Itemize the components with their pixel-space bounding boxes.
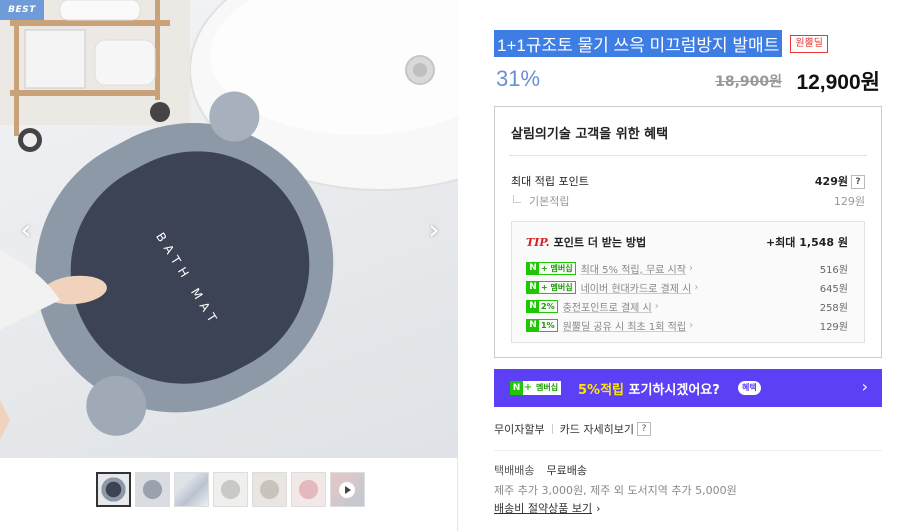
title-row: 1+1규조토 물기 쓰윽 미끄럼방지 발매트 원뿔딜: [494, 30, 828, 57]
banner-message: 포기하시겠어요?: [624, 383, 720, 398]
best-badge: BEST: [0, 0, 44, 20]
tip-box: TIP. 포인트 더 받는 방법 +최대 1,548 원 N + 멤버십 최대 5%…: [511, 221, 865, 343]
tip-item[interactable]: N 1% 원뿔딜 공유 시 최초 1회 적립 › 129원: [526, 317, 848, 333]
tip-item-value: 129원: [819, 321, 848, 333]
tip-heading: TIP. 포인트 더 받는 방법: [526, 234, 646, 250]
basic-points-value: 129원: [833, 195, 865, 208]
shipping-row: 택배배송 무료배송: [494, 462, 587, 478]
divider: [551, 424, 553, 434]
discount-rate: 31%: [496, 66, 541, 91]
shipping-extra-fee: 제주 추가 3,000원, 제주 외 도서지역 추가 5,000원: [494, 484, 737, 497]
naver-percent-badge: N 2%: [526, 299, 558, 313]
benefit-title: 살림의기술 고객을 위한 혜택: [511, 127, 669, 142]
chevron-right-icon: ›: [694, 281, 699, 293]
price-row: 31% 18,900원 12,900원: [494, 66, 882, 94]
naver-n-icon: N: [527, 281, 539, 293]
basic-points-label: 기본적립: [529, 195, 570, 208]
main-product-image[interactable]: BEST BATH MAT ‹ ›: [0, 0, 458, 458]
product-title: 1+1규조토 물기 쓰윽 미끄럼방지 발매트: [494, 30, 783, 57]
basic-points-row: 기본적립 129원: [511, 193, 865, 209]
benefit-divider: [509, 155, 867, 156]
thumbnail-video[interactable]: [330, 472, 365, 507]
tip-item-text: 원뿔딜 공유 시 최초 1회 적립: [562, 321, 687, 333]
tip-max-points: +최대 1,548 원: [765, 236, 848, 249]
tip-item-text: 최대 5% 적립, 무료 시작: [580, 264, 686, 276]
thumbnail-strip: [96, 472, 365, 507]
chevron-right-icon: ›: [596, 502, 601, 515]
tip-item-value: 258원: [819, 302, 848, 314]
thumbnail-3[interactable]: [174, 472, 209, 507]
prev-image-button[interactable]: ‹: [16, 215, 36, 245]
sale-price: 12,900원: [796, 71, 880, 94]
next-image-button[interactable]: ›: [424, 215, 444, 245]
naver-percent-badge: N 1%: [526, 318, 558, 332]
chevron-right-icon: ›: [689, 319, 694, 331]
chevron-right-icon: ›: [654, 300, 659, 312]
banner-text: 5%적립 포기하시겠어요?: [578, 379, 720, 398]
installment-label: 무이자할부: [494, 423, 545, 436]
naver-membership-badge: N + 멤버십: [526, 280, 576, 294]
shipping-value: 무료배송: [546, 464, 587, 477]
tip-item-text: 충전포인트로 결제 시: [562, 302, 652, 314]
original-price: 18,900원: [715, 74, 782, 90]
naver-membership-badge: N + 멤버십: [510, 381, 562, 395]
tip-label: TIP.: [526, 236, 550, 249]
naver-n-icon: N: [527, 300, 539, 312]
bath-mat-photo: [0, 0, 458, 440]
benefit-pill: 혜택: [738, 381, 761, 395]
chevron-right-icon: ›: [861, 377, 868, 396]
naver-n-icon: N: [527, 319, 539, 331]
thumbnail-6[interactable]: [291, 472, 326, 507]
origin-deal-badge: 원뿔딜: [790, 34, 828, 53]
tip-item[interactable]: N + 멤버십 최대 5% 적립, 무료 시작 › 516원: [526, 260, 848, 276]
shipping-saving-link[interactable]: 배송비 절약상품 보기 ›: [494, 500, 600, 516]
naver-n-icon: N: [510, 381, 523, 395]
max-points-value: 429원: [814, 175, 848, 188]
card-detail-link[interactable]: 카드 자세히보기: [560, 421, 634, 437]
naver-membership-badge: N + 멤버십: [526, 261, 576, 275]
naver-membership-banner[interactable]: N + 멤버십 5%적립 포기하시겠어요? 혜택 ›: [494, 369, 882, 407]
max-points-value-wrap: 429원?: [815, 173, 865, 189]
tip-item-value: 516원: [819, 264, 848, 276]
tip-item-value: 645원: [819, 283, 848, 295]
max-points-label: 최대 적립 포인트: [511, 175, 589, 188]
tip-item[interactable]: N + 멤버십 네이버 현대카드로 결제 시 › 645원: [526, 279, 848, 295]
product-info: 1+1규조토 물기 쓰윽 미끄럼방지 발매트 원뿔딜 31% 18,900원 1…: [494, 0, 884, 531]
installment-row: 무이자할부 카드 자세히보기 ?: [494, 421, 651, 437]
shipping-divider: [494, 450, 882, 451]
shipping-label: 택배배송: [494, 464, 535, 477]
help-icon[interactable]: ?: [636, 422, 651, 436]
max-points-row: 최대 적립 포인트 429원?: [511, 173, 865, 189]
thumbnail-5[interactable]: [252, 472, 287, 507]
membership-label: 멤버십: [536, 383, 559, 392]
chevron-right-icon: ›: [688, 262, 693, 274]
banner-highlight: 5%적립: [578, 383, 624, 398]
play-icon: [339, 482, 355, 498]
thumbnail-1[interactable]: [96, 472, 131, 507]
naver-n-icon: N: [527, 262, 539, 274]
tip-item[interactable]: N 2% 충전포인트로 결제 시 › 258원: [526, 298, 848, 314]
tip-heading-text: 포인트 더 받는 방법: [553, 236, 647, 249]
product-gallery: BEST BATH MAT ‹ ›: [0, 0, 458, 531]
thumbnail-4[interactable]: [213, 472, 248, 507]
tip-item-text: 네이버 현대카드로 결제 시: [580, 283, 692, 295]
shipping-saving-link-text: 배송비 절약상품 보기: [494, 502, 593, 515]
benefit-box: 살림의기술 고객을 위한 혜택 최대 적립 포인트 429원? 기본적립 129…: [494, 106, 882, 358]
thumbnail-2[interactable]: [135, 472, 170, 507]
help-icon[interactable]: ?: [851, 175, 865, 189]
plus-icon: +: [523, 382, 533, 393]
